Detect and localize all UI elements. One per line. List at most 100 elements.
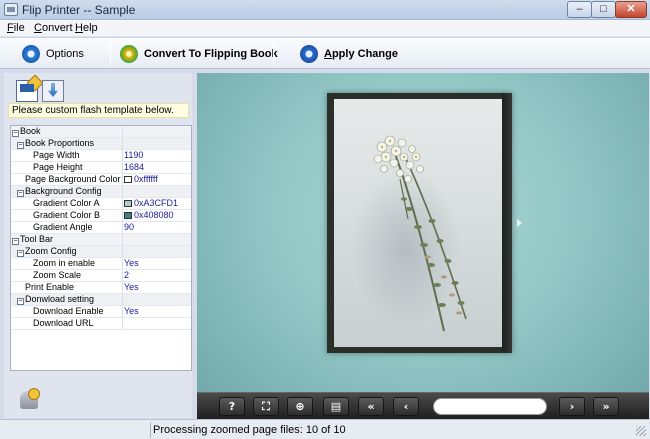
collapse-icon[interactable]: − <box>12 238 19 245</box>
property-value[interactable]: Yes <box>122 306 191 317</box>
refresh-icon <box>300 45 318 63</box>
status-separator <box>150 422 151 438</box>
property-label: Page Background Color <box>25 174 121 184</box>
collapse-icon[interactable]: − <box>17 250 24 257</box>
property-row[interactable]: Gradient Color B 0x408080 <box>11 210 191 222</box>
property-label: Print Enable <box>25 282 75 292</box>
property-name: − Donwload setting <box>11 294 122 305</box>
property-row[interactable]: − Donwload setting <box>11 294 191 306</box>
property-row[interactable]: − Book Proportions <box>11 138 191 150</box>
property-value[interactable] <box>122 138 191 149</box>
menu-help[interactable]: Help <box>75 22 98 34</box>
color-swatch[interactable] <box>124 176 132 183</box>
property-row[interactable]: Gradient Color A 0xA3CFD1 <box>11 198 191 210</box>
property-label: Page Width <box>33 150 80 160</box>
help-button[interactable]: ? <box>219 397 245 416</box>
toolbar-separator <box>110 42 111 66</box>
property-row[interactable]: − Zoom Config <box>11 246 191 258</box>
property-name: Page Width <box>11 150 122 161</box>
property-value-text: 1190 <box>124 150 144 160</box>
property-value-text: 1684 <box>124 162 145 172</box>
app-icon <box>4 3 18 16</box>
property-label: Gradient Color A <box>33 198 100 208</box>
minimize-button[interactable]: – <box>567 1 592 18</box>
import-template-icon[interactable] <box>42 80 64 102</box>
first-page-button[interactable]: « <box>358 397 384 416</box>
property-value[interactable]: 1684 <box>122 162 191 173</box>
collapse-icon[interactable]: − <box>17 142 24 149</box>
next-page-arrow-icon[interactable] <box>517 219 522 227</box>
property-value[interactable]: 0xA3CFD1 <box>122 198 191 209</box>
property-grid: − Book − Book Proportions Page Width 1190 Page… <box>10 125 192 371</box>
property-row[interactable]: Zoom Scale 2 <box>11 270 191 282</box>
apply-change-button[interactable]: Apply Change <box>300 41 398 67</box>
print-button[interactable]: ▤ <box>323 397 349 416</box>
menu-convert[interactable]: Convert <box>34 22 73 34</box>
menu-file[interactable]: File <box>7 22 25 34</box>
property-name: Page Background Color <box>11 174 122 185</box>
property-row[interactable]: − Background Config <box>11 186 191 198</box>
page-number-input[interactable] <box>433 398 547 415</box>
property-value[interactable] <box>122 318 191 329</box>
property-value[interactable]: Yes <box>122 258 191 269</box>
property-name: − Background Config <box>11 186 122 197</box>
property-value-text: Yes <box>124 282 139 292</box>
color-swatch[interactable] <box>124 200 132 207</box>
property-name: − Zoom Config <box>11 246 122 257</box>
property-value[interactable] <box>122 246 191 257</box>
collapse-icon[interactable]: − <box>17 190 24 197</box>
close-button[interactable]: ✕ <box>615 1 647 18</box>
property-value[interactable] <box>122 294 191 305</box>
property-label: Background Config <box>25 186 102 196</box>
book-page[interactable] <box>334 99 502 347</box>
property-value[interactable]: 0xffffff <box>122 174 191 185</box>
property-name: Download URL <box>11 318 122 329</box>
property-row[interactable]: Download Enable Yes <box>11 306 191 318</box>
property-row[interactable]: − Tool Bar <box>11 234 191 246</box>
fit-screen-button[interactable]: ⛶ <box>253 397 279 416</box>
book-preview <box>197 73 649 419</box>
property-value-text: Yes <box>124 306 139 316</box>
maximize-button[interactable]: □ <box>591 1 616 18</box>
property-name: Gradient Angle <box>11 222 122 233</box>
property-label: Gradient Color B <box>33 210 101 220</box>
property-value[interactable]: 2 <box>122 270 191 281</box>
property-row[interactable]: Zoom in enable Yes <box>11 258 191 270</box>
property-label: Donwload setting <box>25 294 95 304</box>
database-icon[interactable] <box>20 388 40 409</box>
collapse-icon[interactable]: − <box>12 130 19 137</box>
previous-page-button[interactable]: ‹ <box>393 397 419 416</box>
status-text: Processing zoomed page files: 10 of 10 <box>153 424 346 436</box>
apply-change-label: Apply Change <box>324 48 398 60</box>
edit-template-icon[interactable] <box>16 80 38 102</box>
property-row[interactable]: Gradient Angle 90 <box>11 222 191 234</box>
property-value[interactable] <box>122 126 191 137</box>
property-label: Page Height <box>33 162 83 172</box>
collapse-icon[interactable]: − <box>17 298 24 305</box>
property-row[interactable]: Print Enable Yes <box>11 282 191 294</box>
property-value[interactable]: Yes <box>122 282 191 293</box>
property-value-text: 0xffffff <box>134 174 158 184</box>
property-name: Zoom in enable <box>11 258 122 269</box>
property-row[interactable]: Page Width 1190 <box>11 150 191 162</box>
property-value[interactable] <box>122 186 191 197</box>
next-page-button[interactable]: › <box>559 397 585 416</box>
property-value[interactable] <box>122 234 191 245</box>
zoom-in-button[interactable]: ⊕ <box>287 397 313 416</box>
options-label: Options <box>46 48 84 60</box>
property-row[interactable]: − Book <box>11 126 191 138</box>
property-value[interactable]: 1190 <box>122 150 191 161</box>
property-name: Download Enable <box>11 306 122 317</box>
property-label: Book Proportions <box>25 138 95 148</box>
property-value[interactable]: 0x408080 <box>122 210 191 221</box>
property-row[interactable]: Download URL <box>11 318 191 330</box>
property-row[interactable]: Page Height 1684 <box>11 162 191 174</box>
property-row[interactable]: Page Background Color 0xffffff <box>11 174 191 186</box>
convert-button[interactable]: Convert To Flipping Book <box>120 41 278 67</box>
property-value[interactable]: 90 <box>122 222 191 233</box>
property-name: − Book Proportions <box>11 138 122 149</box>
resize-grip-icon[interactable] <box>636 426 646 436</box>
options-button[interactable]: Options <box>22 41 84 67</box>
last-page-button[interactable]: » <box>593 397 619 416</box>
color-swatch[interactable] <box>124 212 132 219</box>
